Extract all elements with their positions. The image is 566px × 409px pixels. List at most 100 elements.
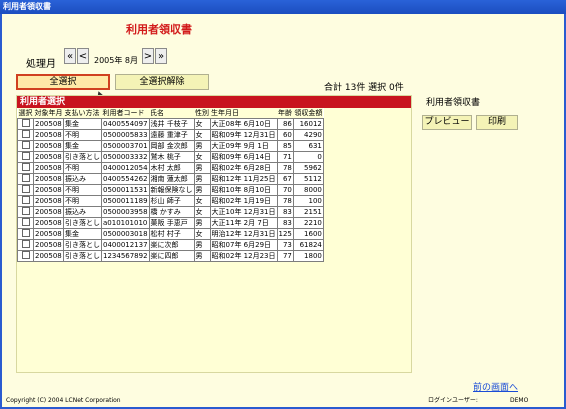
cell-dob: 昭和02年 1月19日 <box>209 195 278 207</box>
cell-sex: 女 <box>193 228 211 240</box>
row-checkbox[interactable] <box>17 206 34 218</box>
table-row[interactable]: 200508 振込み 0500003958 橋 かすみ女大正10年 12月31日 83 2… <box>17 206 324 218</box>
cell-payment: 不明 <box>63 162 102 174</box>
table-row[interactable]: 200508 振込み 0400554262 湘南 蓮太郎男昭和12年 11月25日 67… <box>17 173 324 185</box>
row-checkbox[interactable] <box>17 217 34 229</box>
user-selection-panel: 利用者選択 選択 対象年月 支払い方法 利用者コード 氏名 性別 生年月日 年齢… <box>16 95 412 373</box>
cell-amount: 0 <box>292 151 324 163</box>
col-sex: 性別 <box>194 108 211 119</box>
print-button[interactable]: 印刷 <box>476 115 518 130</box>
col-name: 氏名 <box>149 108 195 119</box>
cell-sex: 男 <box>193 140 211 152</box>
cell-amount: 16012 <box>292 118 324 130</box>
first-month-button[interactable]: « <box>64 48 76 64</box>
copyright-text: Copyright (C) 2004 LCNet Corporation <box>6 397 121 404</box>
cell-sex: 男 <box>193 239 211 251</box>
checkbox-icon[interactable] <box>21 141 30 149</box>
cell-age: 85 <box>276 140 294 152</box>
cell-month: 200508 <box>33 162 64 174</box>
cell-sex: 男 <box>193 250 211 262</box>
page-title: 利用者領収書 <box>126 23 192 36</box>
row-checkbox[interactable] <box>17 250 34 262</box>
cell-month: 200508 <box>33 228 64 240</box>
table-row[interactable]: 200508 引き落とし 1234567892 楽に四郎男昭和02年 12月23日 77… <box>17 250 324 262</box>
col-select: 選択 <box>17 108 34 119</box>
cell-sex: 女 <box>193 129 211 141</box>
cell-name: 菓阪 手恵戸 <box>148 217 195 229</box>
row-checkbox[interactable] <box>17 184 34 196</box>
checkbox-icon[interactable] <box>21 174 30 182</box>
table-row[interactable]: 200508 集金 0400554097 浅井 千枝子女大正08年 6月10日 86 16… <box>17 118 324 130</box>
cell-name: 湘南 蓮太郎 <box>148 173 195 185</box>
row-checkbox[interactable] <box>17 162 34 174</box>
row-checkbox[interactable] <box>17 195 34 207</box>
cell-month: 200508 <box>33 118 64 130</box>
cell-month: 200508 <box>33 206 64 218</box>
cell-age: 78 <box>276 162 294 174</box>
row-checkbox[interactable] <box>17 140 34 152</box>
select-all-button[interactable]: 全選択 <box>16 74 110 90</box>
cell-amount: 100 <box>292 195 324 207</box>
table-row[interactable]: 200508 集金 0500003701 岡部 金次郎男大正09年 9月 1日 85 63… <box>17 140 324 152</box>
row-checkbox[interactable] <box>17 228 34 240</box>
cell-sex: 女 <box>193 118 211 130</box>
table-row[interactable]: 200508 不明 0500011189 杉山 師子女昭和02年 1月19日 78 100 <box>17 195 324 207</box>
row-checkbox[interactable] <box>17 129 34 141</box>
last-month-button[interactable]: » <box>155 48 167 64</box>
checkbox-icon[interactable] <box>21 130 30 138</box>
col-amount: 領収金額 <box>293 108 324 119</box>
row-checkbox[interactable] <box>17 173 34 185</box>
cell-amount: 2210 <box>292 217 324 229</box>
cell-name: 橋 かすみ <box>148 206 195 218</box>
table-row[interactable]: 200508 不明 0500011531 新報保険なし男昭和10年 8月10日 70 80… <box>17 184 324 196</box>
deselect-all-button[interactable]: 全選択解除 <box>115 74 209 90</box>
checkbox-icon[interactable] <box>21 119 30 127</box>
preview-button[interactable]: プレビュー <box>422 115 472 130</box>
table-row[interactable]: 200508 引き落とし 0500003332 鷲木 桃子女昭和09年 6月14日 71… <box>17 151 324 163</box>
cell-month: 200508 <box>33 184 64 196</box>
checkbox-icon[interactable] <box>21 240 30 248</box>
cell-payment: 集金 <box>63 228 102 240</box>
next-month-button[interactable]: > <box>142 48 154 64</box>
cell-code: 0400012054 <box>101 162 150 174</box>
cell-name: 新報保険なし <box>148 184 195 196</box>
cell-name: 鷲木 桃子 <box>148 151 195 163</box>
table-row[interactable]: 200508 不明 0500005833 遠藤 重津子女昭和09年 12月31日 60 4… <box>17 129 324 141</box>
checkbox-icon[interactable] <box>21 196 30 204</box>
cell-code: 1234567892 <box>101 250 150 262</box>
table-row[interactable]: 200508 集金 0500003018 松村 村子女明治12年 12月31日 125 1… <box>17 228 324 240</box>
cell-age: 60 <box>276 129 294 141</box>
cell-dob: 昭和02年 6月28日 <box>209 162 278 174</box>
cell-dob: 大正08年 6月10日 <box>209 118 278 130</box>
period-value: 2005年 8月 <box>94 56 138 65</box>
checkbox-icon[interactable] <box>21 163 30 171</box>
cell-amount: 5962 <box>292 162 324 174</box>
checkbox-icon[interactable] <box>21 218 30 226</box>
row-checkbox[interactable] <box>17 118 34 130</box>
back-link[interactable]: 前の画面へ <box>473 380 518 393</box>
cell-sex: 男 <box>193 162 211 174</box>
table-row[interactable]: 200508 引き落とし a010101010 菓阪 手恵戸男大正11年 2月 7日 8… <box>17 217 324 229</box>
checkbox-icon[interactable] <box>21 251 30 259</box>
cell-code: 0400554262 <box>101 173 150 185</box>
cell-code: 0500011189 <box>101 195 150 207</box>
cell-dob: 大正09年 9月 1日 <box>209 140 278 152</box>
row-checkbox[interactable] <box>17 151 34 163</box>
checkbox-icon[interactable] <box>21 185 30 193</box>
row-checkbox[interactable] <box>17 239 34 251</box>
cell-month: 200508 <box>33 129 64 141</box>
table-row[interactable]: 200508 不明 0400012054 木村 太郎男昭和02年 6月28日 78 596… <box>17 162 324 174</box>
checkbox-icon[interactable] <box>21 229 30 237</box>
prev-month-button[interactable]: < <box>77 48 89 64</box>
cell-age: 73 <box>276 239 294 251</box>
cell-code: 0400012137 <box>101 239 150 251</box>
cell-month: 200508 <box>33 140 64 152</box>
cell-payment: 振込み <box>63 173 102 185</box>
col-payment: 支払い方法 <box>63 108 102 119</box>
cell-age: 86 <box>276 118 294 130</box>
receipt-label: 利用者領収書 <box>426 98 481 108</box>
cell-name: 木村 太郎 <box>148 162 195 174</box>
table-row[interactable]: 200508 引き落とし 0400012137 楽に次郎男昭和07年 6月29日 73 6… <box>17 239 324 251</box>
checkbox-icon[interactable] <box>21 152 30 160</box>
checkbox-icon[interactable] <box>21 207 30 215</box>
